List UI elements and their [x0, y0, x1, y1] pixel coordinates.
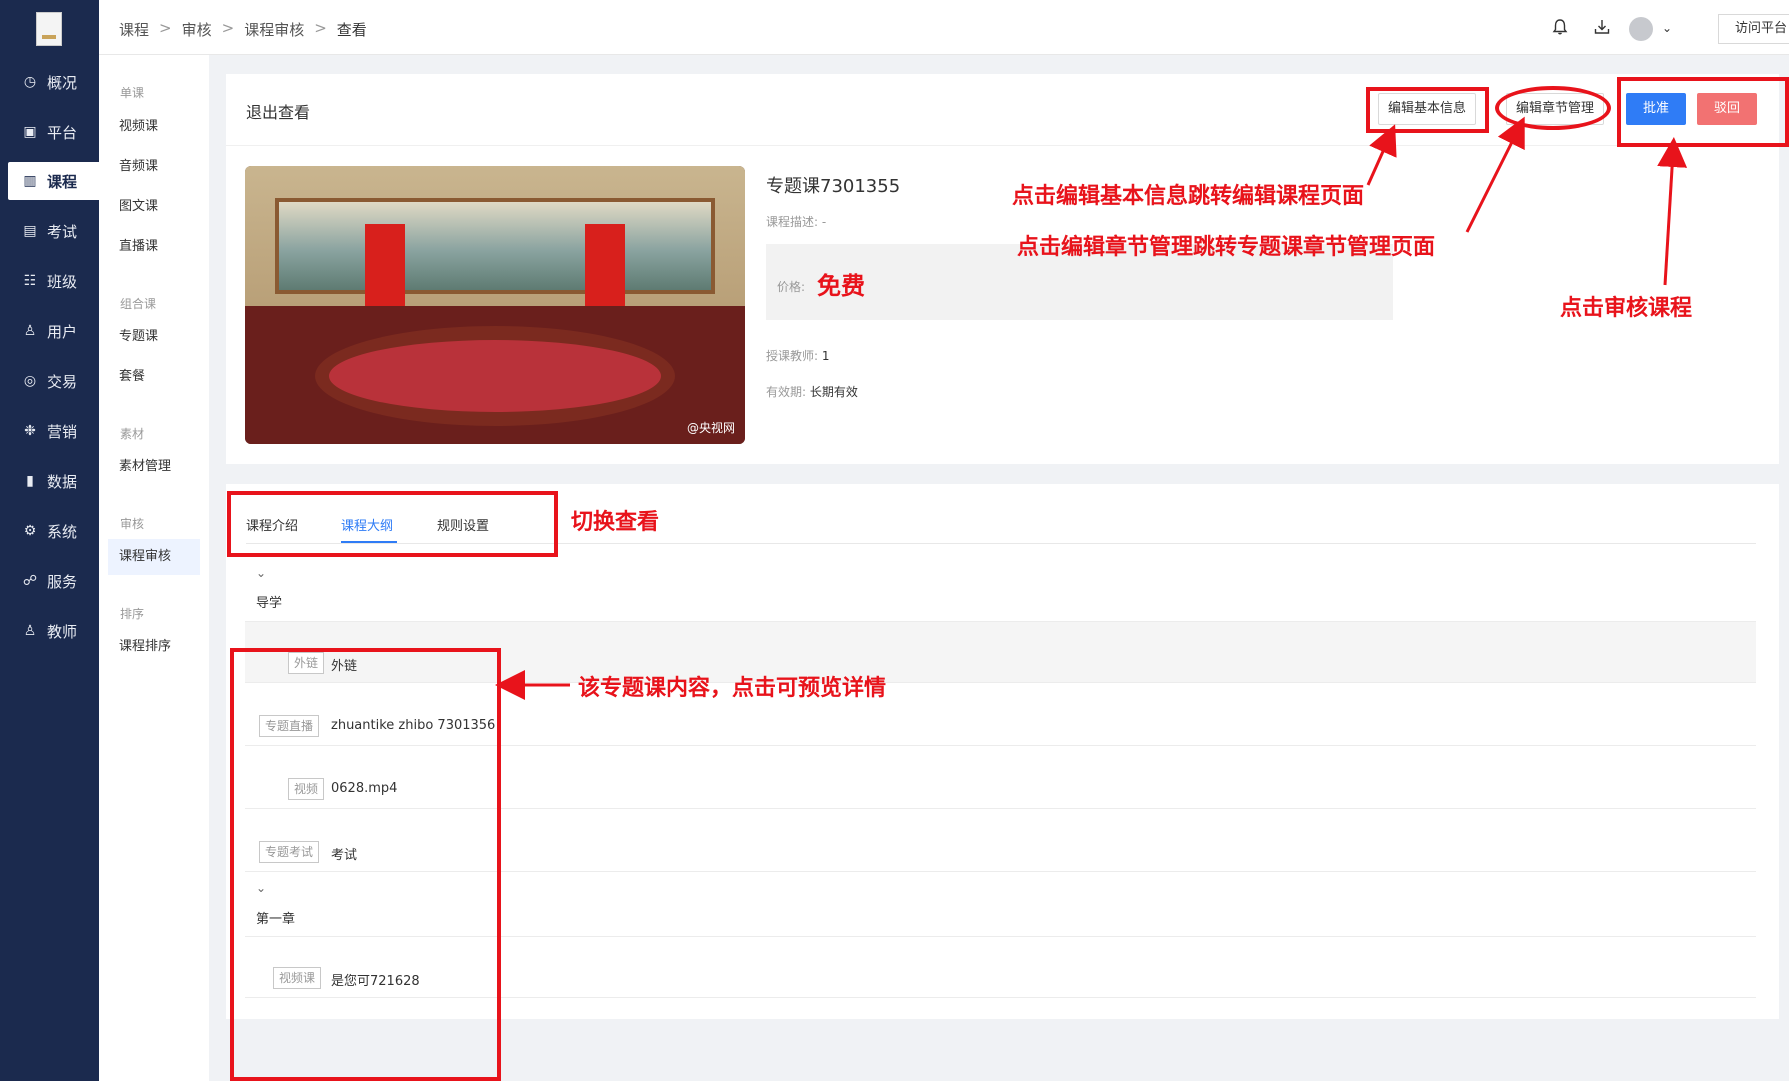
- service-icon: ☍: [22, 573, 38, 589]
- annotation-box-tabs: [227, 491, 558, 557]
- sidebar-item-teacher[interactable]: ♙ 教师: [8, 612, 99, 650]
- teacher-icon: ♙: [23, 623, 37, 639]
- annotation-ellipse-edit-chapter: [1495, 86, 1611, 130]
- class-icon: ☷: [23, 273, 37, 289]
- sidebar-item-label: 班级: [47, 272, 78, 291]
- course-description: 课程描述: -: [766, 213, 826, 230]
- subnav-item-audio[interactable]: 音频课: [108, 149, 200, 185]
- subnav-item-live[interactable]: 直播课: [108, 229, 200, 265]
- sidebar-item-label: 营销: [47, 422, 78, 441]
- subnav-item-material[interactable]: 素材管理: [108, 449, 200, 485]
- subnav-item-course-review[interactable]: 课程审核: [108, 539, 200, 575]
- exit-view-link[interactable]: 退出查看: [246, 99, 310, 123]
- sidebar-item-label: 课程: [47, 172, 78, 191]
- gear-icon: ⚙: [23, 523, 37, 539]
- sidebar-item-label: 平台: [47, 123, 78, 142]
- breadcrumb-separator-icon: >: [314, 19, 327, 37]
- sidebar-item-data[interactable]: ▮ 数据: [8, 462, 99, 500]
- sidebar-item-label: 服务: [47, 572, 78, 591]
- avatar[interactable]: [1629, 17, 1653, 41]
- sidebar-item-label: 数据: [47, 472, 78, 491]
- price-label: 价格:: [777, 280, 806, 294]
- bell-icon[interactable]: [1550, 18, 1570, 38]
- sidebar-item-label: 概况: [47, 73, 78, 92]
- breadcrumb-current: 查看: [336, 21, 367, 39]
- breadcrumb-course[interactable]: 课程: [119, 19, 149, 40]
- annotation-box-edit-basic: [1366, 87, 1489, 133]
- annotation-content-text: 该专题课内容，点击可预览详情: [578, 675, 887, 701]
- subnav-group-combo: 组合课: [120, 297, 157, 311]
- subnav-item-course-sort[interactable]: 课程排序: [108, 629, 200, 665]
- sidebar-item-label: 交易: [47, 372, 78, 391]
- sidebar-item-service[interactable]: ☍ 服务: [8, 562, 99, 600]
- sidebar-item-overview[interactable]: ◷ 概况: [8, 63, 99, 101]
- teacher-row: 授课教师: 1: [766, 347, 830, 364]
- user-icon: ♙: [23, 323, 37, 339]
- chevron-down-icon[interactable]: ⌄: [256, 566, 266, 580]
- breadcrumb: 课程 > 审核 > 课程审核 > 查看: [119, 19, 367, 40]
- book-icon: ▥: [23, 173, 37, 189]
- sidebar-item-user[interactable]: ♙ 用户: [8, 312, 99, 350]
- subnav-item-video[interactable]: 视频课: [108, 109, 200, 145]
- teacher-value: 1: [821, 349, 830, 363]
- validity-value: 长期有效: [809, 385, 858, 399]
- teacher-label: 授课教师:: [766, 349, 819, 363]
- sidebar-item-course[interactable]: ▥ 课程: [8, 162, 99, 200]
- sidebar-item-label: 系统: [47, 522, 78, 541]
- app-logo[interactable]: [36, 12, 62, 46]
- course-cover-image[interactable]: @央视网: [245, 166, 745, 444]
- annotation-box-content: [230, 648, 501, 1081]
- sidebar-item-exam[interactable]: ▤ 考试: [8, 212, 99, 250]
- chevron-down-icon[interactable]: ⌄: [1657, 18, 1677, 38]
- subnav-group-material: 素材: [120, 427, 145, 441]
- sidebar-item-label: 教师: [47, 622, 78, 641]
- chart-icon: ▮: [26, 473, 34, 489]
- breadcrumb-separator-icon: >: [221, 19, 235, 37]
- validity-row: 有效期: 长期有效: [766, 383, 858, 400]
- sidebar-item-label: 用户: [47, 322, 78, 341]
- validity-label: 有效期:: [766, 385, 807, 399]
- annotation-edit-chapter-text: 点击编辑章节管理跳转专题课章节管理页面: [1017, 234, 1436, 260]
- platform-icon: ▣: [23, 124, 37, 140]
- subnav-group-review: 审核: [120, 517, 145, 531]
- marketing-icon: ❉: [24, 423, 36, 439]
- annotation-review-text: 点击审核课程: [1560, 295, 1693, 321]
- visit-platform-button[interactable]: 访问平台: [1718, 14, 1789, 44]
- breadcrumb-course-review[interactable]: 课程审核: [244, 19, 304, 40]
- sidebar-item-class[interactable]: ☷ 班级: [8, 262, 99, 300]
- annotation-edit-basic-text: 点击编辑基本信息跳转编辑课程页面: [1012, 183, 1365, 209]
- annotation-switch-text: 切换查看: [571, 509, 660, 535]
- chapter-label: 导学: [256, 596, 283, 611]
- subnav-item-package[interactable]: 套餐: [108, 359, 200, 395]
- clock-icon: ◷: [23, 74, 37, 90]
- course-title: 专题课7301355: [766, 176, 901, 197]
- subnav-group-single: 单课: [120, 86, 145, 100]
- cover-watermark: @央视网: [686, 421, 735, 435]
- subnav-group-sort: 排序: [120, 607, 145, 621]
- sidebar-item-system[interactable]: ⚙ 系统: [8, 512, 99, 550]
- breadcrumb-review[interactable]: 审核: [182, 19, 212, 40]
- sidebar-item-label: 考试: [47, 222, 78, 241]
- annotation-box-review: [1617, 77, 1789, 147]
- desc-label: 课程描述:: [766, 215, 819, 229]
- desc-value: -: [821, 215, 827, 229]
- sidebar-item-trade[interactable]: ◎ 交易: [8, 362, 99, 400]
- price-value: 免费: [817, 272, 865, 300]
- sidebar-item-platform[interactable]: ▣ 平台: [8, 113, 99, 151]
- sidebar-item-marketing[interactable]: ❉ 营销: [8, 412, 99, 450]
- download-icon[interactable]: [1592, 18, 1612, 38]
- trade-icon: ◎: [23, 373, 37, 389]
- subnav-item-topic[interactable]: 专题课: [108, 319, 200, 355]
- breadcrumb-separator-icon: >: [159, 19, 172, 37]
- top-bar: 课程 > 审核 > 课程审核 > 查看: [99, 0, 1789, 55]
- exam-icon: ▤: [23, 223, 37, 239]
- subnav-item-article[interactable]: 图文课: [108, 189, 200, 225]
